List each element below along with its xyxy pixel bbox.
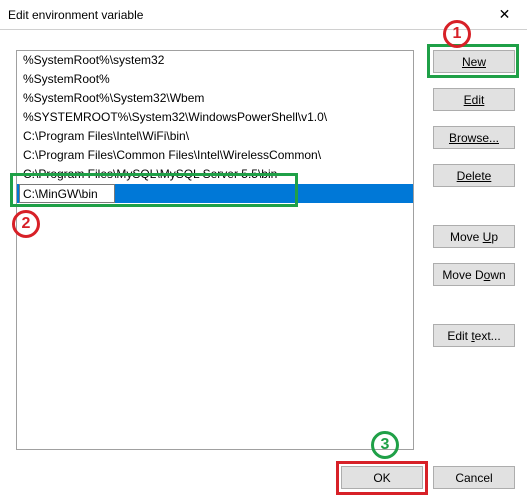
titlebar: Edit environment variable ✕ xyxy=(0,0,527,30)
browse-button[interactable]: Browse... xyxy=(433,126,515,149)
movedown-button-label: Move Down xyxy=(442,268,505,282)
path-edit-input[interactable] xyxy=(19,184,115,203)
list-item[interactable]: %SYSTEMROOT%\System32\WindowsPowerShell\… xyxy=(17,108,413,127)
delete-button[interactable]: Delete xyxy=(433,164,515,187)
list-item[interactable]: C:\Program Files\Intel\WiFi\bin\ xyxy=(17,127,413,146)
list-item[interactable]: %SystemRoot%\system32 xyxy=(17,51,413,70)
dialog-body: %SystemRoot%\system32 %SystemRoot% %Syst… xyxy=(0,30,527,501)
list-item[interactable]: C:\Program Files\Common Files\Intel\Wire… xyxy=(17,146,413,165)
list-item[interactable]: %SystemRoot%\System32\Wbem xyxy=(17,89,413,108)
list-item-selected[interactable] xyxy=(17,184,413,203)
cancel-button[interactable]: Cancel xyxy=(433,466,515,489)
moveup-button-label: Move Up xyxy=(450,230,498,244)
new-button[interactable]: New xyxy=(433,50,515,73)
movedown-button[interactable]: Move Down xyxy=(433,263,515,286)
browse-button-label: Browse... xyxy=(449,131,499,145)
list-item[interactable]: %SystemRoot% xyxy=(17,70,413,89)
path-listbox[interactable]: %SystemRoot%\system32 %SystemRoot% %Syst… xyxy=(16,50,414,450)
window-title: Edit environment variable xyxy=(8,8,143,22)
delete-button-label: Delete xyxy=(457,169,492,183)
ok-button[interactable]: OK xyxy=(341,466,423,489)
edittext-button-label: Edit text... xyxy=(447,329,500,343)
new-button-label: New xyxy=(462,55,486,69)
close-button[interactable]: ✕ xyxy=(482,0,527,30)
close-icon: ✕ xyxy=(499,6,511,23)
list-item[interactable]: C:\Program Files\MySQL\MySQL Server 5.5\… xyxy=(17,165,413,184)
edit-button[interactable]: Edit xyxy=(433,88,515,111)
edittext-button[interactable]: Edit text... xyxy=(433,324,515,347)
edit-button-label: Edit xyxy=(464,93,485,107)
moveup-button[interactable]: Move Up xyxy=(433,225,515,248)
